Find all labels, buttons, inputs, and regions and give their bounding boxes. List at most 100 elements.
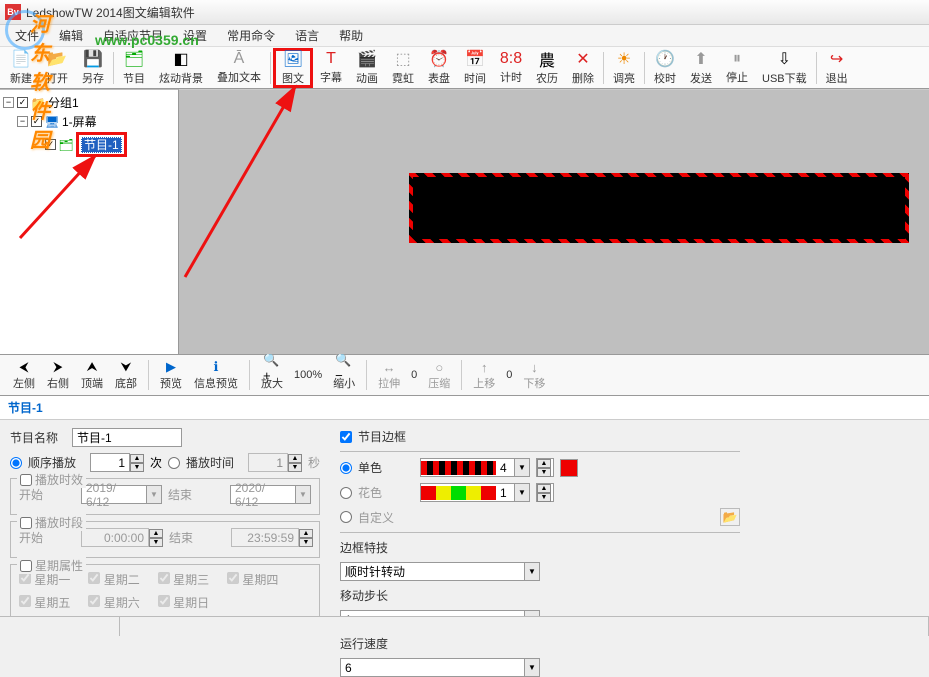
toolbar-退出[interactable]: ↪退出 [819,48,855,88]
preview-上移: ↑上移 [468,357,500,393]
flower-color-radio[interactable] [340,487,352,499]
spin-down: ▼ [288,463,302,472]
toolbar-停止[interactable]: ⏸停止 [719,48,755,88]
weekday-checkbox [227,572,239,584]
menu-item[interactable]: 语言 [285,25,329,46]
dropdown-icon[interactable]: ▼ [524,659,539,676]
preview-右侧[interactable]: ⮞右侧 [42,357,74,393]
toolbar-另存[interactable]: 💾另存 [75,48,111,88]
menu-item[interactable]: 编辑 [49,25,93,46]
section-title: 节目-1 [0,396,929,420]
tree-group-label[interactable]: 分组1 [48,94,79,111]
play-time-radio[interactable] [168,457,180,469]
toolbar-计时[interactable]: 8:8计时 [493,48,529,88]
play-seq-label: 顺序播放 [28,454,84,471]
toolbar-时间[interactable]: 📅时间 [457,48,493,88]
menu-item[interactable]: 自适应节目 [93,25,173,46]
dropdown-icon: ▼ [514,484,529,501]
menubar: 文件编辑自适应节目设置常用命令语言帮助 [0,25,929,47]
border-enable-checkbox[interactable] [340,431,352,443]
play-sequential-radio[interactable] [10,457,22,469]
toolbar-发送[interactable]: ⬆发送 [683,48,719,88]
tool-icon: 農 [537,49,557,69]
tool-icon: ✕ [573,49,593,69]
zoom-value: 100% [290,369,326,381]
preview-信息预览[interactable]: ℹ信息预览 [189,357,243,393]
preview-顶端[interactable]: ⮝顶端 [76,357,108,393]
play-count-unit: 次 [150,454,162,471]
annotation-arrow [180,82,310,285]
start-date-input: 2019/ 6/12 [82,481,146,509]
weekday-checkbox [19,595,31,607]
tool-icon: ⬚ [393,49,413,69]
play-period-checkbox[interactable] [20,517,32,529]
spin-up[interactable]: ▲ [130,454,144,463]
led-display-preview[interactable] [409,173,909,243]
tool-icon: ⏸ [727,50,747,68]
weekday-group: 星期属性 星期一 星期二 星期三 星期四 星期五 星期六 星期日 [10,564,320,622]
preview-缩小[interactable]: 🔍−缩小 [328,357,360,393]
toolbar-农历[interactable]: 農农历 [529,48,565,88]
play-time-label: 播放时间 [186,454,242,471]
preview-预览[interactable]: ▶预览 [155,357,187,393]
toolbar-动画[interactable]: 🎬动画 [349,48,385,88]
period-end-input [231,528,299,547]
tree-expand-icon[interactable]: − [3,97,14,108]
tool-icon: T [321,50,341,68]
toolbar-表盘[interactable]: ⏰表盘 [421,48,457,88]
toolbar-调亮[interactable]: ☀调亮 [606,48,642,88]
toolbar-节目[interactable]: 🗂节目 [116,48,152,88]
preview-底部[interactable]: ⮟底部 [110,357,142,393]
custom-radio[interactable] [340,511,352,523]
weekday-checkbox [88,572,100,584]
tree-expand-icon[interactable]: − [17,116,28,127]
tool-icon: 🖼 [283,49,303,69]
toolbar-校时[interactable]: 🕐校时 [647,48,683,88]
play-count-input[interactable] [90,453,130,472]
dropdown-icon[interactable]: ▼ [514,459,529,476]
play-effect-checkbox[interactable] [20,474,32,486]
dropdown-icon[interactable]: ▼ [524,563,539,580]
tool-icon: ⇩ [774,49,794,69]
toolbar-USB下载[interactable]: ⇩USB下载 [755,48,814,88]
mid-icon: ▶ [162,359,180,375]
toolbar-删除[interactable]: ✕删除 [565,48,601,88]
menu-item[interactable]: 文件 [5,25,49,46]
spin-down[interactable]: ▼ [130,463,144,472]
spin[interactable]: ▲▼ [536,458,554,477]
tree-checkbox[interactable] [31,116,42,127]
menu-item[interactable]: 帮助 [329,25,373,46]
folder-icon: 📁 [31,96,45,110]
single-color-combo[interactable]: 4▼ [420,458,530,477]
weekday-checkbox [158,595,170,607]
move-value: 0 [502,369,516,381]
preview-左侧[interactable]: ⮜左侧 [8,357,40,393]
toolbar-新建[interactable]: 📄新建 [3,48,39,88]
toolbar-霓虹[interactable]: ⬚霓虹 [385,48,421,88]
mid-icon: ⮜ [15,359,33,375]
speed-combo[interactable]: 6▼ [340,658,540,677]
weekday-checkbox[interactable] [20,560,32,572]
titlebar: Bv LedshowTW 2014图文编辑软件 [0,0,929,25]
tool-icon: 🎬 [357,49,377,69]
border-effect-combo[interactable]: 顺时针转动▼ [340,562,540,581]
mid-icon: 🔍+ [263,359,281,375]
tool-icon: 📄 [11,49,31,69]
tool-icon: ⏰ [429,49,449,69]
tool-icon: ↪ [827,49,847,69]
weekday-checkbox [158,572,170,584]
preview-压缩: ○压缩 [423,357,455,393]
preview-放大[interactable]: 🔍+放大 [256,357,288,393]
single-color-radio[interactable] [340,462,352,474]
color-swatch[interactable] [560,459,578,477]
browse-button: 📂 [720,508,740,526]
menu-item[interactable]: 常用命令 [217,25,285,46]
program-name-input[interactable] [72,428,182,447]
tree-screen-label[interactable]: 1-屏幕 [62,113,97,130]
toolbar-打开[interactable]: 📂打开 [39,48,75,88]
tree-checkbox[interactable] [17,97,28,108]
menu-item[interactable]: 设置 [173,25,217,46]
end-date-input: 2020/ 6/12 [231,481,295,509]
tool-icon: ⬆ [691,49,711,69]
toolbar-字幕[interactable]: T字幕 [313,48,349,88]
